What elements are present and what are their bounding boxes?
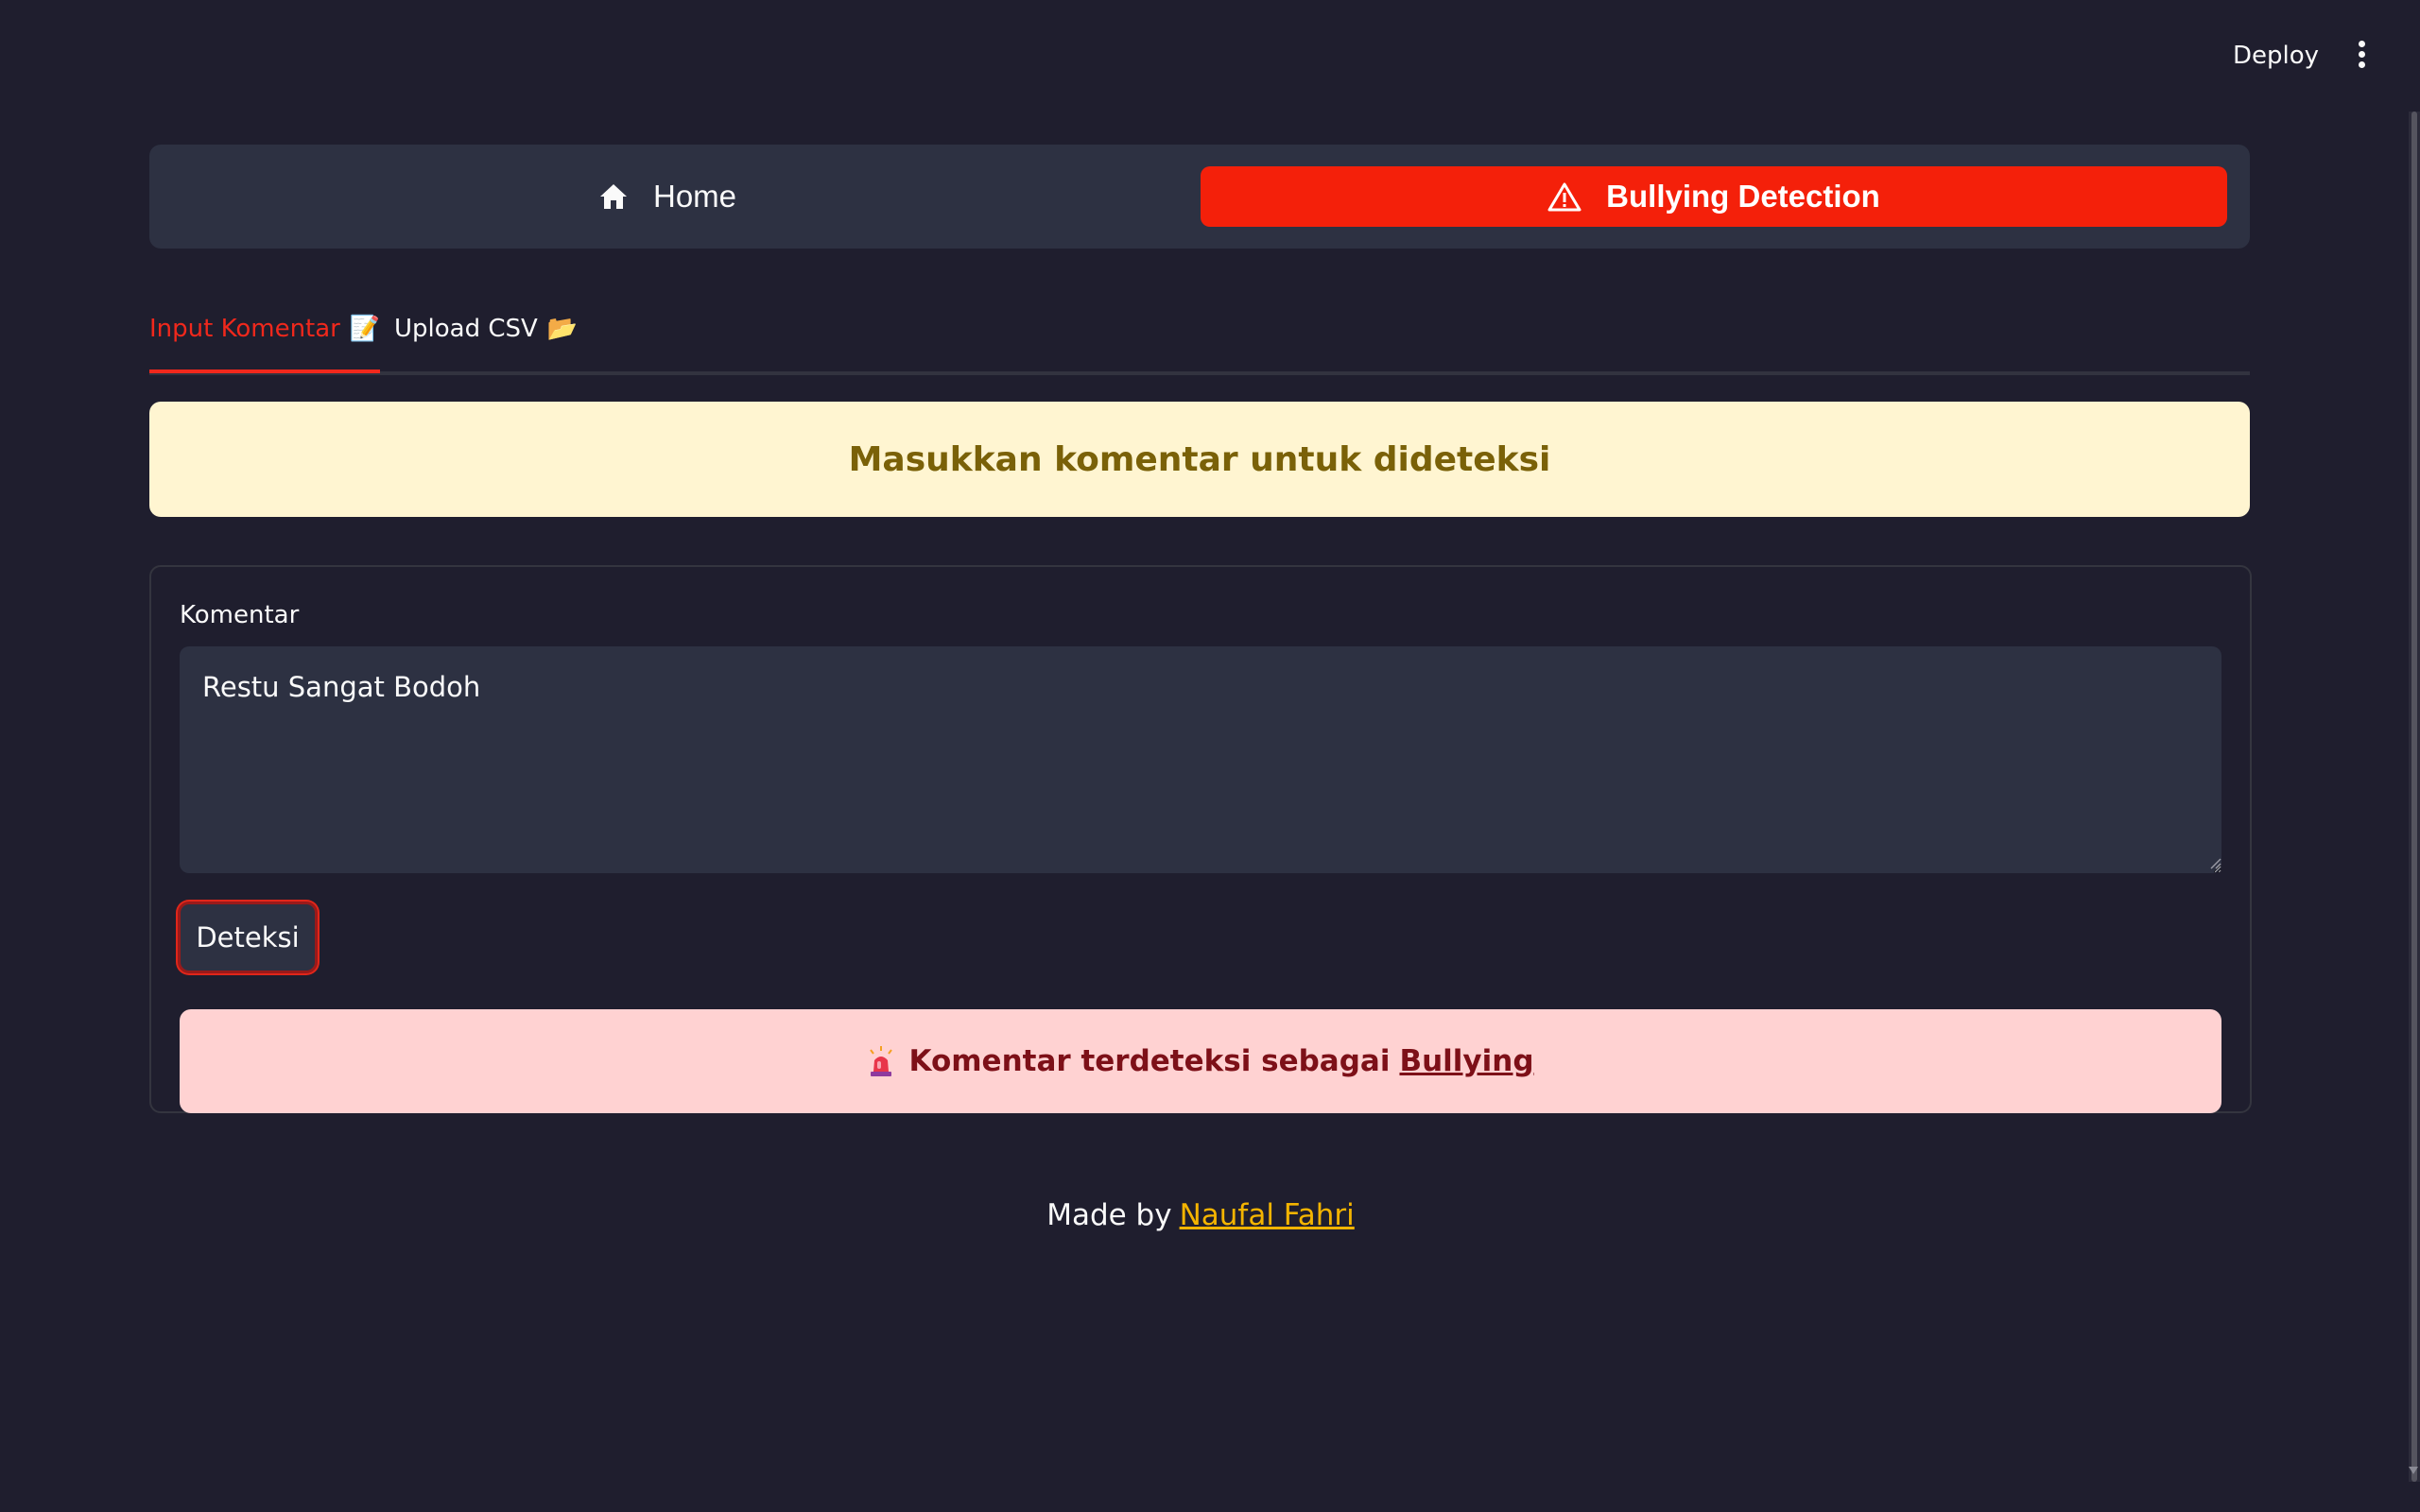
result-highlight: Bullying [1399, 1044, 1534, 1078]
komentar-textarea[interactable]: Restu Sangat Bodoh [180, 646, 2221, 873]
kebab-menu-icon[interactable] [2347, 38, 2376, 76]
home-icon [598, 182, 629, 211]
app-root: Deploy Home Bullying Detection Input Kom… [0, 0, 2420, 1512]
footer: Made by Naufal Fahri [0, 1198, 2401, 1232]
komentar-label: Komentar [180, 601, 300, 629]
resize-handle-icon[interactable] [2208, 856, 2221, 869]
warning-triangle-icon [1547, 181, 1582, 212]
top-header: Deploy [0, 0, 2420, 109]
nav-home-label: Home [652, 179, 737, 214]
tab-upload-csv[interactable]: Upload CSV 📂 [394, 307, 578, 369]
tab-bar: Input Komentar 📝 Upload CSV 📂 [149, 307, 2250, 375]
info-banner-text: Masukkan komentar untuk dideteksi [848, 439, 1551, 479]
vertical-scrollbar[interactable] [2409, 112, 2420, 1482]
siren-icon [867, 1045, 895, 1077]
info-banner: Masukkan komentar untuk dideteksi [149, 402, 2250, 517]
nav-item-bullying-detection[interactable]: Bullying Detection [1201, 166, 2227, 227]
scroll-down-arrow-icon[interactable] [2409, 1467, 2418, 1474]
memo-icon: 📝 [349, 315, 381, 343]
result-prefix: Komentar terdeteksi sebagai [908, 1044, 1391, 1078]
tab-input-komentar[interactable]: Input Komentar 📝 [149, 307, 381, 373]
deploy-button[interactable]: Deploy [2221, 36, 2330, 76]
navigation-bar: Home Bullying Detection [149, 145, 2250, 249]
tab-upload-csv-label: Upload CSV [394, 315, 538, 343]
nav-item-home[interactable]: Home [170, 166, 1165, 227]
result-alert: Komentar terdeteksi sebagai Bullying [180, 1009, 2221, 1113]
scrollbar-thumb[interactable] [2411, 112, 2417, 1482]
footer-prefix: Made by [1046, 1198, 1172, 1232]
comment-form: Komentar Restu Sangat Bodoh Deteksi Kome… [149, 565, 2252, 1113]
deteksi-button[interactable]: Deteksi [178, 902, 318, 973]
author-link[interactable]: Naufal Fahri [1180, 1198, 1355, 1232]
nav-bullying-label: Bullying Detection [1606, 179, 1880, 214]
tab-input-komentar-label: Input Komentar [149, 315, 340, 343]
folder-icon: 📂 [546, 315, 579, 343]
